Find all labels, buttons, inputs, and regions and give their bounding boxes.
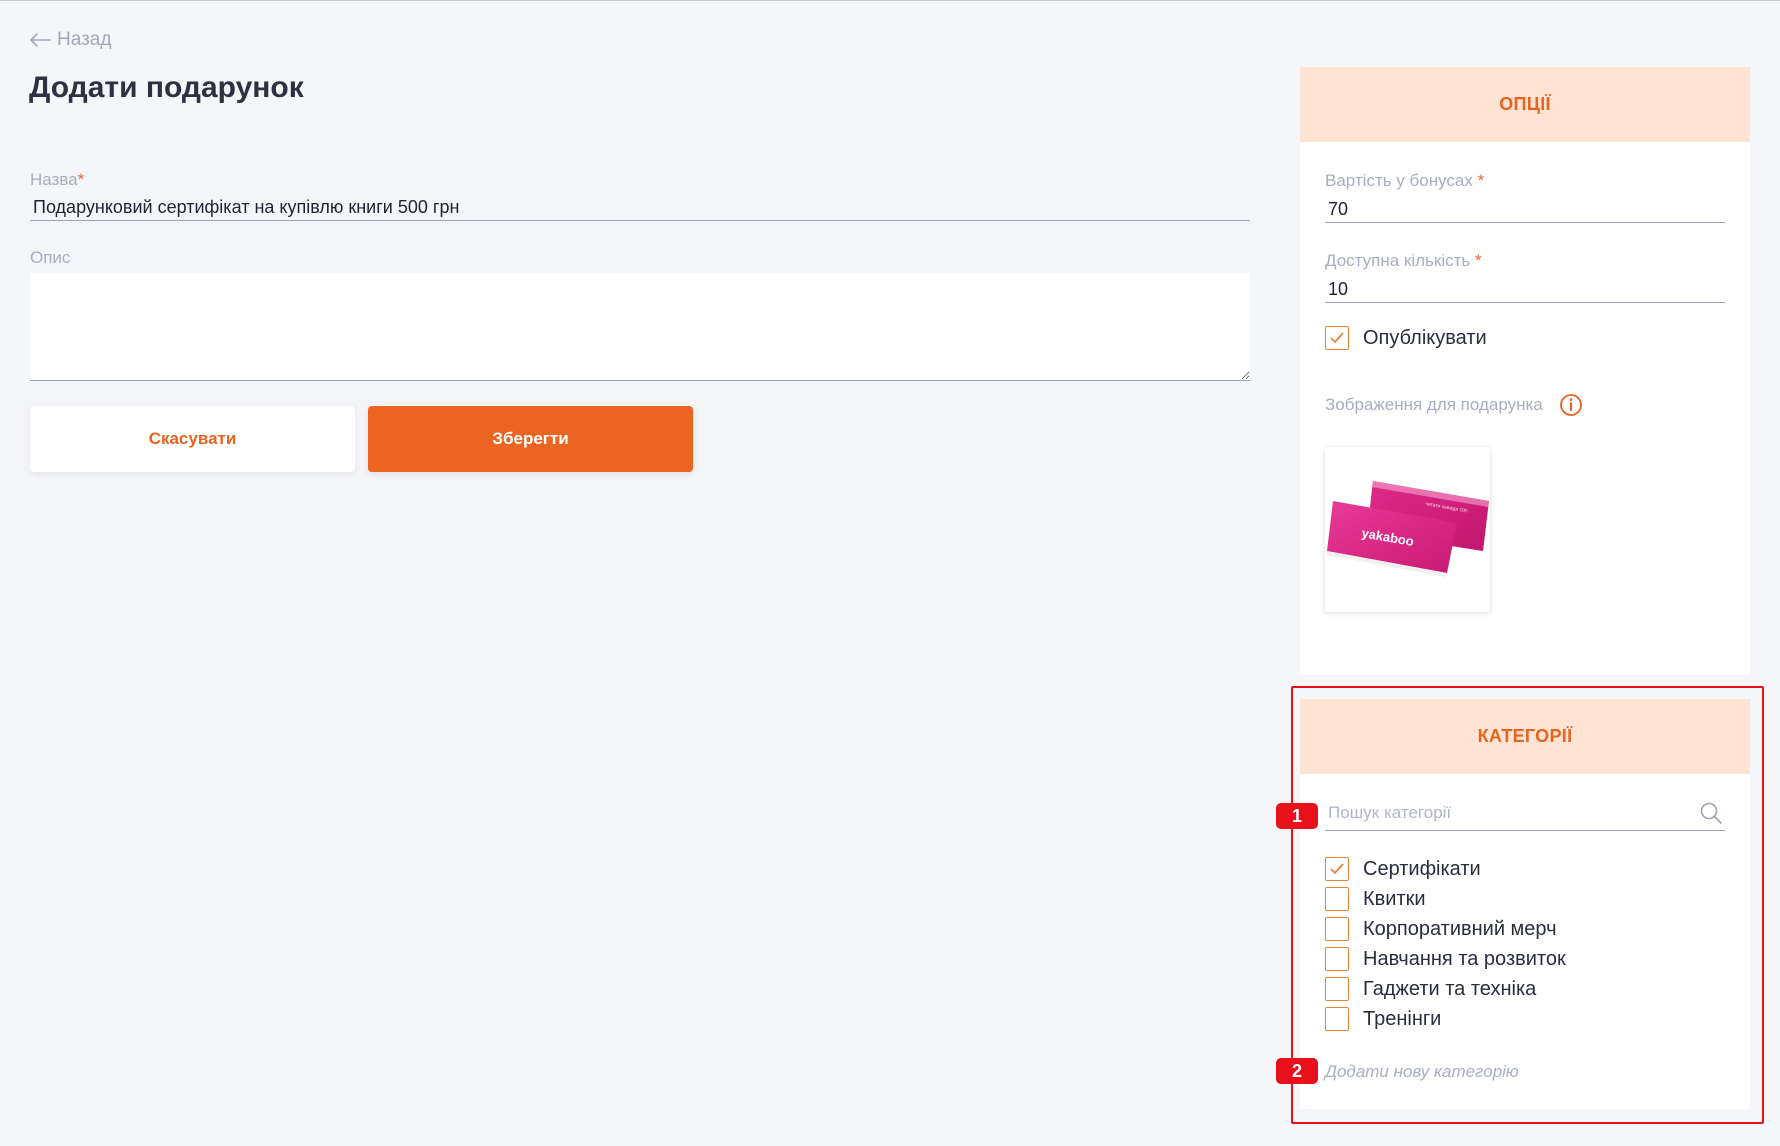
category-item[interactable]: Тренінги: [1325, 1004, 1566, 1034]
required-mark: *: [1477, 171, 1485, 190]
category-label: Гаджети та техніка: [1363, 977, 1537, 1000]
add-category-link[interactable]: Додати нову категорію: [1325, 1062, 1519, 1082]
page: Назад Додати подарунок Назва* Опис Скасу…: [0, 0, 1780, 1146]
cost-label: Вартість у бонусах *: [1325, 171, 1484, 191]
category-label: Квитки: [1363, 887, 1426, 910]
cost-label-text: Вартість у бонусах: [1325, 171, 1473, 190]
name-label-text: Назва: [30, 170, 78, 189]
options-panel: ОПЦІЇ Вартість у бонусах * Доступна кіль…: [1300, 67, 1750, 675]
cancel-button[interactable]: Скасувати: [30, 406, 355, 472]
category-search-input[interactable]: [1325, 801, 1685, 825]
quantity-label: Доступна кількість *: [1325, 251, 1482, 271]
publish-label: Опублікувати: [1363, 326, 1487, 349]
gift-card-image: читати завжди ОК! yakaboo: [1326, 481, 1489, 577]
options-panel-title: ОПЦІЇ: [1300, 67, 1750, 142]
arrow-left-icon: [30, 33, 51, 47]
info-icon[interactable]: [1559, 393, 1583, 417]
category-label: Тренінги: [1363, 1007, 1442, 1030]
description-label: Опис: [30, 248, 71, 267]
category-item[interactable]: Сертифікати: [1325, 854, 1566, 884]
checkmark-icon: [1330, 863, 1344, 875]
category-item[interactable]: Квитки: [1325, 884, 1566, 914]
category-label: Сертифікати: [1363, 857, 1481, 880]
quantity-input[interactable]: [1325, 277, 1725, 303]
search-icon[interactable]: [1699, 801, 1723, 825]
quantity-label-text: Доступна кількість: [1325, 251, 1471, 270]
category-checkbox[interactable]: [1325, 1007, 1349, 1031]
category-checkbox[interactable]: [1325, 947, 1349, 971]
publish-toggle[interactable]: Опублікувати: [1325, 326, 1487, 350]
image-label-row: Зображення для подарунка: [1325, 393, 1583, 417]
required-mark: *: [77, 170, 85, 189]
cost-input[interactable]: [1325, 197, 1725, 223]
required-mark: *: [1475, 251, 1482, 270]
back-link-label: Назад: [57, 29, 112, 50]
annotation-badge-2: 2: [1276, 1058, 1318, 1084]
publish-checkbox[interactable]: [1325, 326, 1349, 350]
categories-panel: КАТЕГОРІЇ Сертифікати Квитки Корпорати: [1300, 699, 1750, 1109]
annotation-badge-1: 1: [1276, 803, 1318, 829]
category-checkbox[interactable]: [1325, 977, 1349, 1001]
image-label: Зображення для подарунка: [1325, 395, 1543, 414]
category-checkbox[interactable]: [1325, 917, 1349, 941]
back-link[interactable]: Назад: [29, 29, 111, 51]
gift-image-thumbnail[interactable]: читати завжди ОК! yakaboo: [1325, 447, 1490, 612]
category-label: Навчання та розвиток: [1363, 947, 1566, 970]
categories-panel-title: КАТЕГОРІЇ: [1300, 699, 1750, 774]
category-search: [1325, 801, 1725, 831]
category-item[interactable]: Гаджети та техніка: [1325, 974, 1566, 1004]
category-item[interactable]: Навчання та розвиток: [1325, 944, 1566, 974]
description-textarea[interactable]: [30, 273, 1250, 381]
name-input[interactable]: [30, 195, 1250, 221]
save-button[interactable]: Зберегти: [368, 406, 693, 472]
category-label: Корпоративний мерч: [1363, 917, 1557, 940]
category-checkbox[interactable]: [1325, 887, 1349, 911]
category-list: Сертифікати Квитки Корпоративний мерч На…: [1325, 854, 1566, 1034]
page-title: Додати подарунок: [29, 71, 304, 104]
checkmark-icon: [1330, 332, 1344, 344]
category-item[interactable]: Корпоративний мерч: [1325, 914, 1566, 944]
name-label: Назва*: [30, 170, 84, 190]
category-checkbox[interactable]: [1325, 857, 1349, 881]
